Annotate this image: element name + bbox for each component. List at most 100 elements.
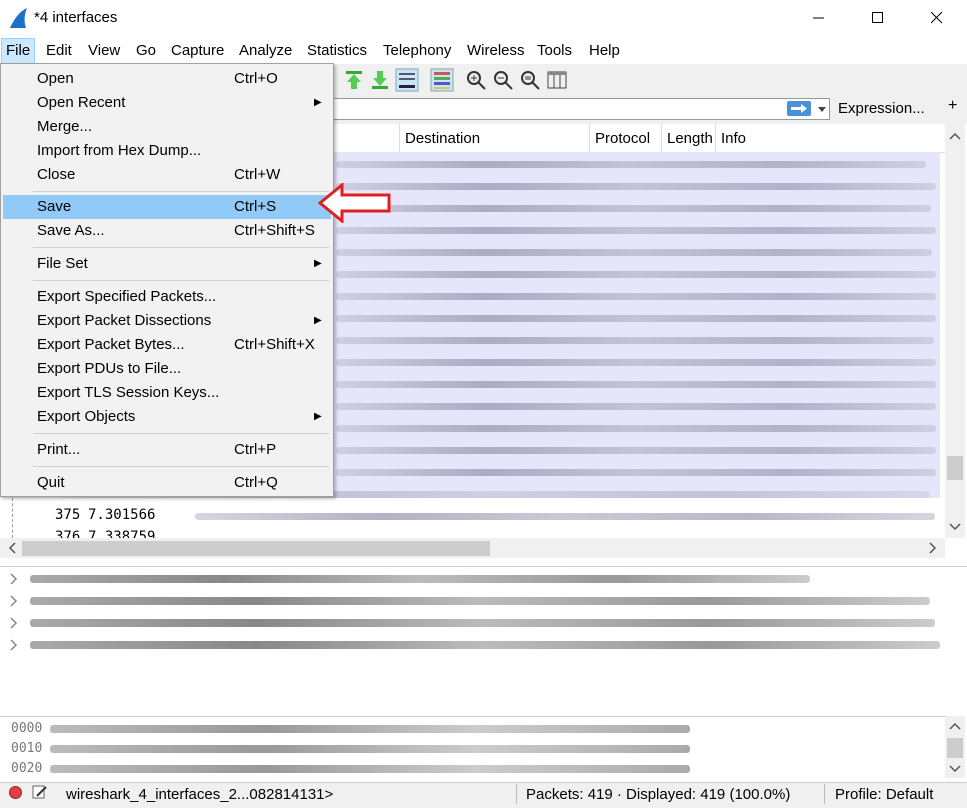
- menu-wireless[interactable]: Wireless: [463, 38, 529, 64]
- menu-analyze[interactable]: Analyze: [235, 38, 296, 64]
- menu-item-export-packet-bytes[interactable]: Export Packet Bytes... Ctrl+Shift+X: [3, 333, 331, 357]
- details-tree-item[interactable]: [0, 590, 967, 612]
- menu-item-print[interactable]: Print... Ctrl+P: [3, 438, 331, 462]
- close-button[interactable]: [908, 0, 966, 36]
- column-info[interactable]: Info: [715, 124, 945, 152]
- menu-item-quit[interactable]: Quit Ctrl+Q: [3, 471, 331, 495]
- colorize-icon[interactable]: [430, 68, 454, 92]
- table-row[interactable]: [336, 183, 936, 190]
- menu-go[interactable]: Go: [132, 38, 160, 64]
- menu-item-shortcut: Ctrl+Shift+S: [234, 222, 315, 239]
- maximize-button[interactable]: [849, 0, 907, 36]
- apply-filter-button[interactable]: [787, 101, 811, 116]
- menu-tools[interactable]: Tools: [533, 38, 576, 64]
- table-row[interactable]: [336, 447, 936, 454]
- menu-item-label: Export PDUs to File...: [37, 360, 182, 377]
- maximize-icon: [872, 12, 883, 23]
- scroll-down-icon[interactable]: [945, 516, 965, 536]
- details-tree-item[interactable]: [0, 612, 967, 634]
- scroll-up-icon[interactable]: [945, 718, 965, 734]
- menu-item-export-packet-dissections[interactable]: Export Packet Dissections ▶: [3, 309, 331, 333]
- column-destination[interactable]: Destination: [399, 124, 589, 152]
- hex-offset: 0000: [11, 721, 43, 736]
- menu-item-shortcut: Ctrl+S: [234, 198, 277, 215]
- menu-view[interactable]: View: [84, 38, 124, 64]
- wireshark-fin-icon: [10, 8, 27, 28]
- autoscroll-icon[interactable]: [395, 68, 419, 92]
- table-row[interactable]: [336, 359, 936, 366]
- menu-item-export-tls-keys[interactable]: Export TLS Session Keys...: [3, 381, 331, 405]
- table-row[interactable]: [336, 403, 936, 410]
- scroll-right-icon[interactable]: [922, 538, 942, 558]
- table-row[interactable]: 376 7.338759: [0, 527, 940, 538]
- zoom-normal-icon[interactable]: [518, 68, 542, 92]
- scroll-down-icon[interactable]: [945, 760, 965, 776]
- menu-item-label: Export Packet Bytes...: [37, 336, 185, 353]
- display-filter-input[interactable]: [330, 98, 830, 120]
- packet-number: 376: [55, 529, 81, 538]
- details-tree-item[interactable]: [0, 568, 967, 590]
- details-row-content: [30, 575, 810, 583]
- table-row[interactable]: [336, 337, 934, 344]
- menu-capture[interactable]: Capture: [167, 38, 228, 64]
- status-profile[interactable]: Profile: Default: [835, 786, 933, 803]
- table-row[interactable]: [336, 271, 936, 278]
- table-row[interactable]: [336, 205, 931, 212]
- table-row[interactable]: [336, 469, 936, 476]
- menu-item-import-hex-dump[interactable]: Import from Hex Dump...: [3, 139, 331, 163]
- menu-item-open-recent[interactable]: Open Recent ▶: [3, 91, 331, 115]
- scroll-left-icon[interactable]: [2, 538, 22, 558]
- go-first-packet-icon[interactable]: [342, 68, 366, 92]
- chevron-right-icon[interactable]: [9, 639, 19, 651]
- table-row[interactable]: [336, 381, 936, 388]
- menu-item-merge[interactable]: Merge...: [3, 115, 331, 139]
- zoom-in-icon[interactable]: [464, 68, 488, 92]
- details-row-content: [30, 597, 930, 605]
- table-row[interactable]: [336, 293, 936, 300]
- table-row[interactable]: [336, 425, 936, 432]
- details-tree-item[interactable]: [0, 634, 967, 656]
- table-row[interactable]: 375 7.301566: [0, 505, 940, 527]
- table-row[interactable]: [336, 315, 936, 322]
- packet-list-vertical-scrollbar[interactable]: [945, 124, 965, 538]
- chevron-right-icon[interactable]: [9, 573, 19, 585]
- scrollbar-thumb[interactable]: [947, 456, 963, 480]
- chevron-down-icon[interactable]: [816, 101, 828, 117]
- resize-columns-icon[interactable]: [545, 68, 569, 92]
- minimize-button[interactable]: [790, 0, 848, 36]
- scroll-up-icon[interactable]: [945, 126, 965, 146]
- menu-item-open[interactable]: Open Ctrl+O: [3, 67, 331, 91]
- table-row[interactable]: [336, 161, 926, 168]
- table-row[interactable]: [336, 227, 936, 234]
- expert-info-led-icon[interactable]: [9, 786, 22, 799]
- menu-statistics[interactable]: Statistics: [303, 38, 371, 64]
- table-row[interactable]: [336, 249, 932, 256]
- menu-item-file-set[interactable]: File Set ▶: [3, 252, 331, 276]
- column-protocol[interactable]: Protocol: [589, 124, 661, 152]
- scrollbar-thumb[interactable]: [22, 541, 490, 556]
- menu-item-close[interactable]: Close Ctrl+W: [3, 163, 331, 187]
- menu-item-export-pdus[interactable]: Export PDUs to File...: [3, 357, 331, 381]
- chevron-right-icon[interactable]: [9, 595, 19, 607]
- menu-item-save-as[interactable]: Save As... Ctrl+Shift+S: [3, 219, 331, 243]
- menu-edit[interactable]: Edit: [42, 38, 76, 64]
- column-length[interactable]: Length: [661, 124, 715, 152]
- expression-button[interactable]: Expression...: [832, 98, 931, 120]
- menu-item-export-objects[interactable]: Export Objects ▶: [3, 405, 331, 429]
- go-last-packet-icon[interactable]: [368, 68, 392, 92]
- menu-help[interactable]: Help: [585, 38, 624, 64]
- menu-item-export-specified-packets[interactable]: Export Specified Packets...: [3, 285, 331, 309]
- close-icon: [931, 12, 943, 24]
- packet-number: 375: [55, 507, 81, 523]
- capture-comment-icon[interactable]: [32, 784, 48, 800]
- submenu-arrow-icon: ▶: [314, 258, 322, 269]
- menu-file[interactable]: File: [1, 38, 36, 64]
- menu-item-save[interactable]: Save Ctrl+S: [3, 195, 331, 219]
- chevron-right-icon[interactable]: [9, 617, 19, 629]
- scrollbar-thumb[interactable]: [947, 738, 963, 758]
- packet-time: 7.338759: [88, 529, 156, 538]
- menu-telephony[interactable]: Telephony: [379, 38, 455, 64]
- add-filter-button[interactable]: +: [948, 97, 957, 115]
- zoom-out-icon[interactable]: [491, 68, 515, 92]
- bytes-vertical-scrollbar[interactable]: [945, 716, 965, 778]
